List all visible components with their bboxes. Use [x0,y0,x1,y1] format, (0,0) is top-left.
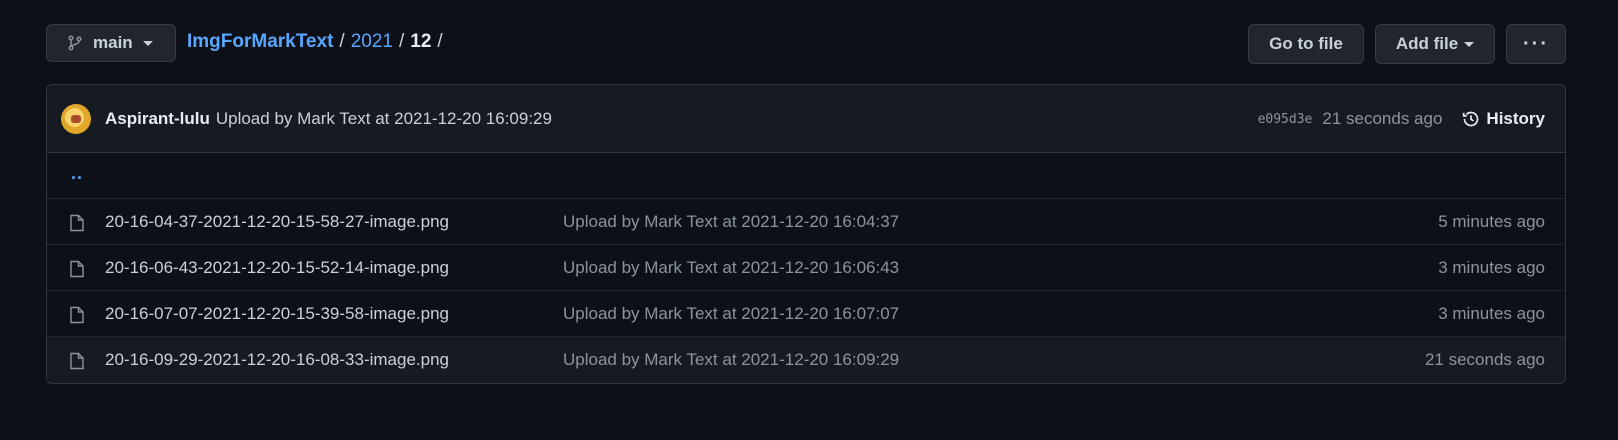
history-link[interactable]: History [1462,109,1545,129]
file-name-link[interactable]: 20-16-07-07-2021-12-20-15-39-58-image.pn… [105,304,449,324]
branch-name: main [93,33,133,52]
repo-toolbar: main ImgForMarkText / 2021 / 12 / Go to … [46,24,1566,64]
breadcrumb: ImgForMarkText / 2021 / 12 / [187,31,449,53]
parent-directory-row: .. [47,153,1565,199]
git-branch-icon [68,35,82,51]
chevron-down-icon [142,40,153,46]
file-icon [70,352,84,370]
add-file-label: Add file [1395,34,1459,53]
file-row: 20-16-04-37-2021-12-20-15-58-27-image.pn… [47,199,1565,245]
file-commit-message[interactable]: Upload by Mark Text at 2021-12-20 16:06:… [563,258,899,278]
branch-selector-button[interactable]: main [46,24,176,62]
file-row: 20-16-06-43-2021-12-20-15-52-14-image.pn… [47,245,1565,291]
breadcrumb-separator: / [398,31,405,52]
avatar[interactable] [61,103,91,134]
file-commit-age: 5 minutes ago [1438,211,1545,231]
file-commit-age: 21 seconds ago [1424,350,1545,369]
breadcrumb-repo-link[interactable]: ImgForMarkText [187,31,333,53]
commit-message[interactable]: Upload by Mark Text at 2021-12-20 16:09:… [216,109,552,129]
file-commit-message[interactable]: Upload by Mark Text at 2021-12-20 16:04:… [563,212,899,232]
file-browser: Aspirant-lulu Upload by Mark Text at 202… [46,84,1566,384]
file-icon [70,214,84,232]
history-icon [1463,111,1479,127]
file-name-link[interactable]: 20-16-04-37-2021-12-20-15-58-27-image.pn… [105,212,449,232]
file-name-link[interactable]: 20-16-06-43-2021-12-20-15-52-14-image.pn… [105,258,449,278]
file-commit-message[interactable]: Upload by Mark Text at 2021-12-20 16:07:… [563,304,899,324]
file-row: 20-16-07-07-2021-12-20-15-39-58-image.pn… [47,291,1565,337]
go-to-file-button[interactable]: Go to file [1248,24,1364,64]
breadcrumb-separator: / [339,31,345,52]
file-commit-age: 3 minutes ago [1438,303,1545,323]
file-commit-message[interactable]: Upload by Mark Text at 2021-12-20 16:09:… [563,350,899,370]
chevron-down-icon [1464,41,1475,47]
file-icon [70,260,84,278]
file-name-link[interactable]: 20-16-09-29-2021-12-20-16-08-33-image.pn… [105,350,449,370]
file-commit-age: 3 minutes ago [1438,257,1545,277]
parent-directory-link[interactable]: .. [71,163,83,184]
latest-commit-bar: Aspirant-lulu Upload by Mark Text at 202… [47,85,1565,153]
breadcrumb-separator: / [437,31,443,52]
more-options-button[interactable]: ··· [1506,24,1566,64]
file-row: 20-16-09-29-2021-12-20-16-08-33-image.pn… [47,337,1565,383]
commit-meta: e095d3e 21 seconds ago History [1258,85,1545,153]
commit-time: 21 seconds ago [1322,109,1443,128]
breadcrumb-folder-link[interactable]: 2021 [351,31,393,53]
commit-author[interactable]: Aspirant-lulu [105,109,210,129]
history-label: History [1486,109,1545,128]
add-file-button[interactable]: Add file [1375,24,1495,64]
breadcrumb-current: 12 [410,31,432,52]
file-icon [70,306,84,324]
commit-sha[interactable]: e095d3e [1258,112,1313,127]
